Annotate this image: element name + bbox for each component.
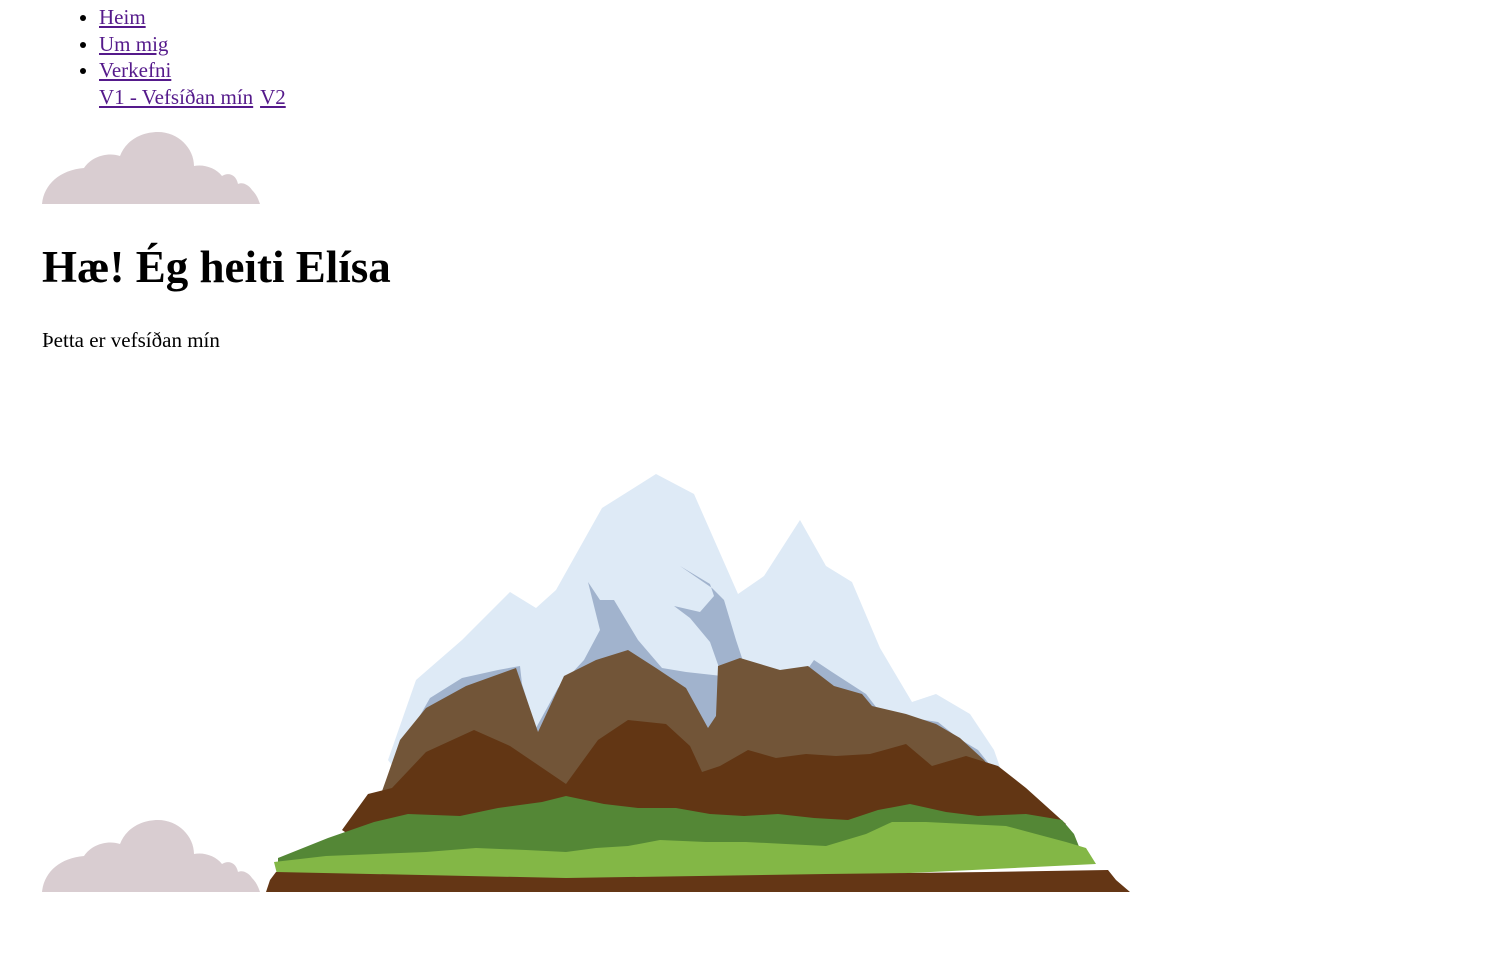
page: Heim Um mig Verkefni V1 - Vefsíðan mín V…: [0, 0, 1504, 955]
mountain-image: [266, 474, 1130, 892]
nav-item-um-mig: Um mig: [99, 31, 288, 58]
subnav-link-v2[interactable]: V2: [260, 85, 286, 109]
nav-item-heim: Heim: [99, 4, 288, 31]
nav-link-verkefni[interactable]: Verkefni: [99, 58, 171, 82]
cloud-image-top: [42, 132, 260, 204]
nav-link-um-mig[interactable]: Um mig: [99, 32, 168, 56]
nav-item-verkefni: Verkefni: [99, 57, 288, 84]
nav-list: Heim Um mig Verkefni: [42, 4, 288, 84]
projects-subnav: V1 - Vefsíðan mín V2: [42, 84, 288, 111]
main-nav: Heim Um mig Verkefni V1 - Vefsíðan mín V…: [42, 4, 288, 111]
cloud-image-bottom: [42, 820, 260, 892]
page-title: Hæ! Ég heiti Elísa: [42, 242, 391, 292]
page-subtitle: Þetta er vefsíðan mín: [42, 328, 220, 352]
subnav-link-v1[interactable]: V1 - Vefsíðan mín: [99, 85, 253, 109]
nav-link-heim[interactable]: Heim: [99, 5, 146, 29]
